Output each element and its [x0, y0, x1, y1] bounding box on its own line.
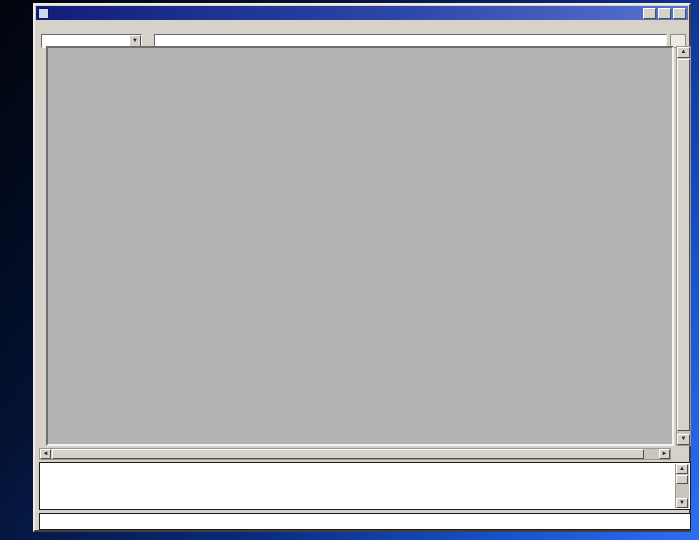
scroll-right-icon[interactable]: ►: [659, 449, 670, 459]
app-icon: [38, 8, 49, 19]
vertical-scroll-thumb[interactable]: [677, 59, 690, 431]
regulatory-overview-canvas[interactable]: [46, 46, 674, 446]
maximize-button[interactable]: [658, 8, 671, 19]
command-input[interactable]: [39, 513, 691, 530]
scroll-down-icon[interactable]: ▼: [677, 434, 690, 445]
title-bar[interactable]: [36, 6, 688, 20]
scroll-down-icon[interactable]: ▼: [676, 498, 688, 508]
log-scroll-thumb[interactable]: [676, 475, 688, 484]
menu-bar: [37, 21, 687, 32]
command-log[interactable]: ▲ ▼: [39, 462, 691, 510]
pathway-tools-window: ▼ ▲ ▼ ◄ ► ▲ ▼: [33, 3, 691, 532]
scroll-left-icon[interactable]: ◄: [40, 449, 51, 459]
regulatory-overview-svg[interactable]: [48, 48, 672, 444]
canvas-horizontal-scrollbar[interactable]: ◄ ►: [39, 448, 671, 460]
horizontal-scroll-thumb[interactable]: [52, 449, 644, 459]
chevron-down-icon[interactable]: ▼: [129, 35, 141, 47]
close-button[interactable]: [673, 8, 686, 19]
desktop: ▼ ▲ ▼ ◄ ► ▲ ▼: [0, 0, 699, 540]
log-scrollbar[interactable]: ▲ ▼: [675, 464, 689, 508]
canvas-vertical-scrollbar[interactable]: ▲ ▼: [676, 46, 691, 446]
scroll-up-icon[interactable]: ▲: [676, 464, 688, 474]
minimize-button[interactable]: [643, 8, 656, 19]
scroll-up-icon[interactable]: ▲: [677, 47, 690, 58]
